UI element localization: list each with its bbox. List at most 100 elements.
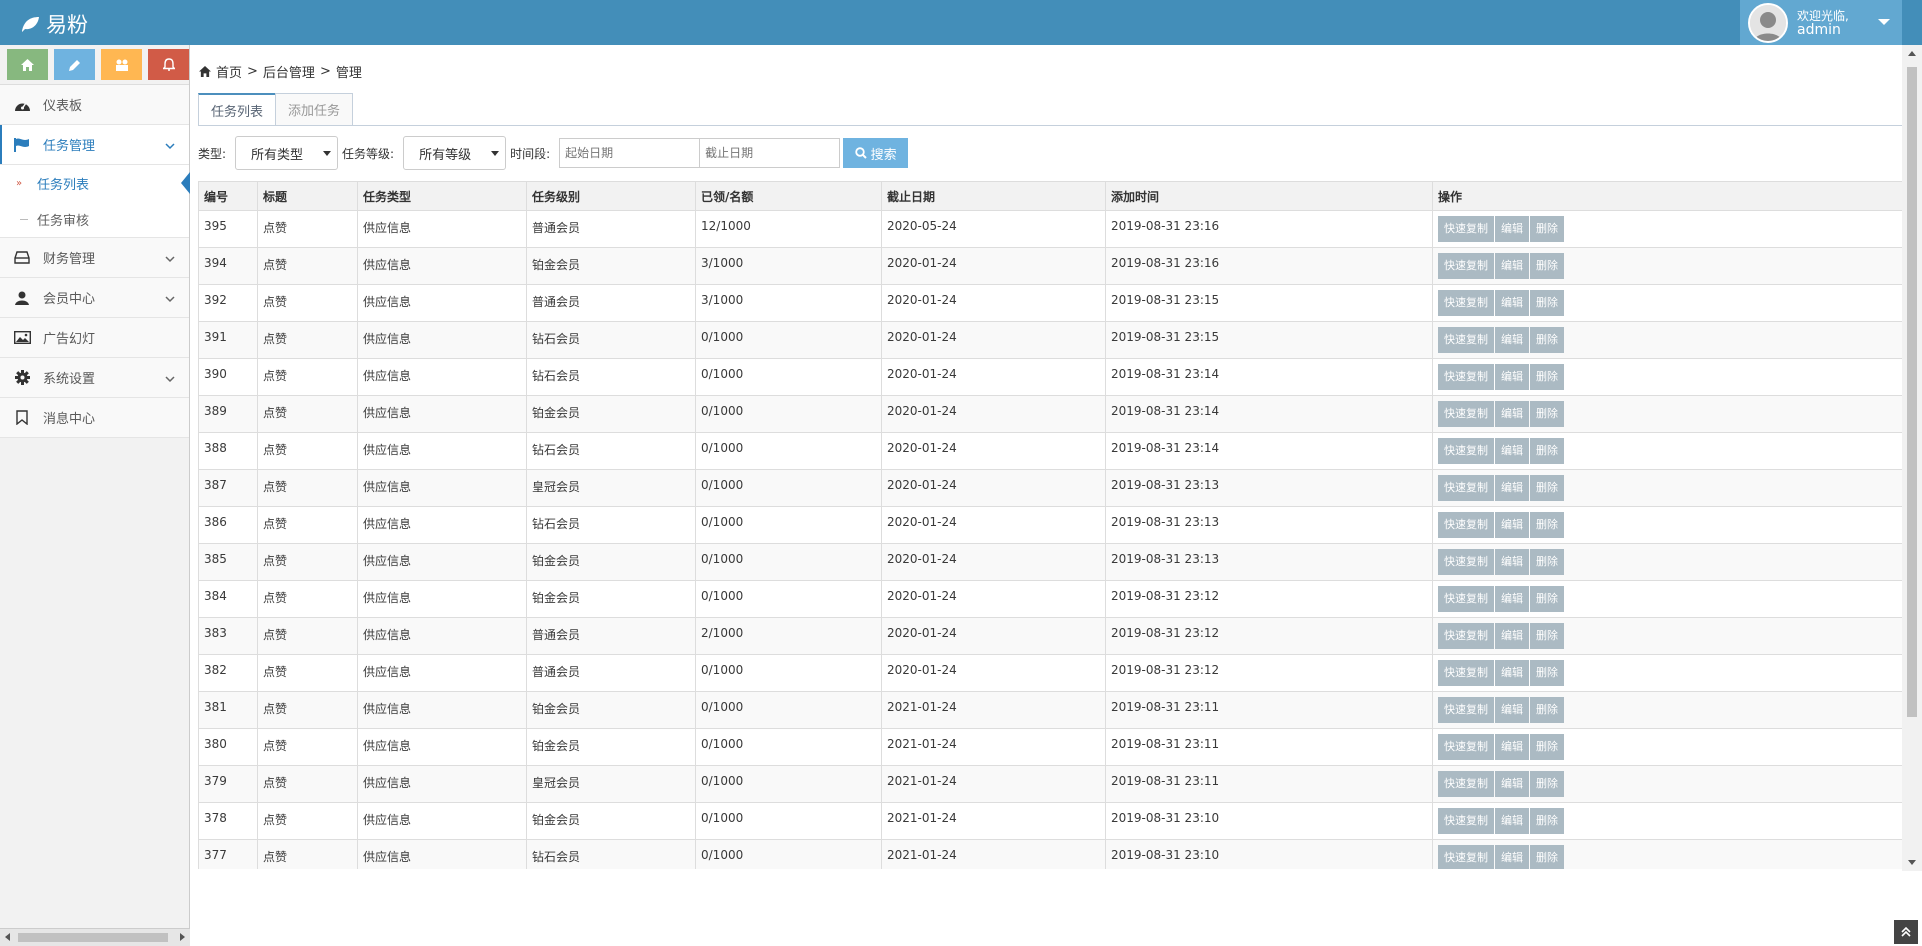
edit-button[interactable]: 编辑 xyxy=(1495,549,1529,575)
table-cell: 2020-01-24 xyxy=(881,358,1106,396)
edit-button[interactable]: 编辑 xyxy=(1495,623,1529,649)
quick-copy-button[interactable]: 快速复制 xyxy=(1438,549,1494,575)
shortcut-edit-button[interactable] xyxy=(54,49,95,80)
table-cell: 点赞 xyxy=(257,284,358,322)
delete-button[interactable]: 删除 xyxy=(1530,771,1564,797)
quick-copy-button[interactable]: 快速复制 xyxy=(1438,586,1494,612)
table-cell: 供应信息 xyxy=(357,395,527,433)
quick-copy-button[interactable]: 快速复制 xyxy=(1438,845,1494,869)
quick-copy-button[interactable]: 快速复制 xyxy=(1438,660,1494,686)
delete-button[interactable]: 删除 xyxy=(1530,734,1564,760)
shortcut-notify-button[interactable] xyxy=(148,49,189,80)
table-cell: 点赞 xyxy=(257,543,358,581)
breadcrumb-home[interactable]: 首页 xyxy=(216,62,242,81)
quick-copy-button[interactable]: 快速复制 xyxy=(1438,253,1494,279)
scrollbar-thumb[interactable] xyxy=(18,933,168,942)
delete-button[interactable]: 删除 xyxy=(1530,512,1564,538)
end-date-input[interactable] xyxy=(699,138,841,168)
delete-button[interactable]: 删除 xyxy=(1530,253,1564,279)
table-cell: 点赞 xyxy=(257,691,358,729)
edit-button[interactable]: 编辑 xyxy=(1495,734,1529,760)
delete-button[interactable]: 删除 xyxy=(1530,364,1564,390)
caret-down-icon xyxy=(323,151,332,156)
delete-button[interactable]: 删除 xyxy=(1530,697,1564,723)
edit-button[interactable]: 编辑 xyxy=(1495,327,1529,353)
back-to-top-button[interactable] xyxy=(1894,920,1918,944)
level-select[interactable]: 所有等级 xyxy=(403,136,507,170)
edit-button[interactable]: 编辑 xyxy=(1495,845,1529,869)
delete-button[interactable]: 删除 xyxy=(1530,475,1564,501)
quick-copy-button[interactable]: 快速复制 xyxy=(1438,290,1494,316)
type-select[interactable]: 所有类型 xyxy=(235,136,339,170)
edit-button[interactable]: 编辑 xyxy=(1495,475,1529,501)
delete-button[interactable]: 删除 xyxy=(1530,327,1564,353)
start-date-input[interactable] xyxy=(559,138,701,168)
shortcut-users-button[interactable] xyxy=(101,49,142,80)
delete-button[interactable]: 删除 xyxy=(1530,401,1564,427)
tab-add-task[interactable]: 添加任务 xyxy=(275,93,354,126)
quick-copy-button[interactable]: 快速复制 xyxy=(1438,512,1494,538)
top-navbar: 易粉 欢迎光临, admin xyxy=(0,0,1922,45)
table-cell: 2019-08-31 23:16 xyxy=(1105,210,1433,248)
edit-button[interactable]: 编辑 xyxy=(1495,401,1529,427)
quick-copy-button[interactable]: 快速复制 xyxy=(1438,808,1494,834)
quick-copy-button[interactable]: 快速复制 xyxy=(1438,697,1494,723)
delete-button[interactable]: 删除 xyxy=(1530,438,1564,464)
sidebar-item-ads[interactable]: 广告幻灯 xyxy=(0,318,189,358)
table-cell: 2019-08-31 23:16 xyxy=(1105,247,1433,285)
page-vertical-scrollbar[interactable] xyxy=(1902,45,1922,871)
column-header: 操作 xyxy=(1432,181,1904,211)
sidebar-item-settings[interactable]: 系统设置 xyxy=(0,358,189,398)
table-row: 383 点赞 供应信息 普通会员 2/1000 2020-01-24 2019-08-31 … xyxy=(198,617,1904,655)
delete-button[interactable]: 删除 xyxy=(1530,845,1564,869)
edit-button[interactable]: 编辑 xyxy=(1495,808,1529,834)
sidebar-item-finance[interactable]: 财务管理 xyxy=(0,238,189,278)
edit-button[interactable]: 编辑 xyxy=(1495,438,1529,464)
quick-copy-button[interactable]: 快速复制 xyxy=(1438,216,1494,242)
delete-button[interactable]: 删除 xyxy=(1530,216,1564,242)
quick-copy-button[interactable]: 快速复制 xyxy=(1438,438,1494,464)
sidebar-item-task-list[interactable]: » 任务列表 xyxy=(0,165,190,201)
quick-copy-button[interactable]: 快速复制 xyxy=(1438,771,1494,797)
sidebar-item-members[interactable]: 会员中心 xyxy=(0,278,189,318)
quick-copy-button[interactable]: 快速复制 xyxy=(1438,734,1494,760)
search-button[interactable]: 搜索 xyxy=(843,138,909,168)
sidebar-item-task-review[interactable]: 任务审核 xyxy=(0,201,189,237)
table-cell: 2020-01-24 xyxy=(881,432,1106,470)
quick-copy-button[interactable]: 快速复制 xyxy=(1438,401,1494,427)
edit-button[interactable]: 编辑 xyxy=(1495,216,1529,242)
shortcut-home-button[interactable] xyxy=(7,49,48,80)
edit-button[interactable]: 编辑 xyxy=(1495,512,1529,538)
edit-button[interactable]: 编辑 xyxy=(1495,586,1529,612)
delete-button[interactable]: 删除 xyxy=(1530,549,1564,575)
table-cell: 2021-01-24 xyxy=(881,839,1106,869)
quick-copy-button[interactable]: 快速复制 xyxy=(1438,364,1494,390)
delete-button[interactable]: 删除 xyxy=(1530,290,1564,316)
sidebar-horizontal-scrollbar[interactable] xyxy=(0,928,190,946)
delete-button[interactable]: 删除 xyxy=(1530,660,1564,686)
edit-button[interactable]: 编辑 xyxy=(1495,290,1529,316)
level-select-value: 所有等级 xyxy=(419,147,472,163)
quick-copy-button[interactable]: 快速复制 xyxy=(1438,623,1494,649)
sidebar-item-messages[interactable]: 消息中心 xyxy=(0,398,189,438)
scrollbar-thumb[interactable] xyxy=(1907,67,1917,717)
edit-button[interactable]: 编辑 xyxy=(1495,660,1529,686)
tab-task-list[interactable]: 任务列表 xyxy=(198,93,277,126)
edit-button[interactable]: 编辑 xyxy=(1495,697,1529,723)
column-header: 已领/名额 xyxy=(695,181,882,211)
delete-button[interactable]: 删除 xyxy=(1530,586,1564,612)
quick-copy-button[interactable]: 快速复制 xyxy=(1438,475,1494,501)
user-menu[interactable]: 欢迎光临, admin xyxy=(1740,0,1902,45)
sidebar-item-task-management[interactable]: 任务管理 xyxy=(0,125,189,165)
delete-button[interactable]: 删除 xyxy=(1530,623,1564,649)
sidebar-item-dashboard[interactable]: 仪表板 xyxy=(0,85,189,125)
edit-button[interactable]: 编辑 xyxy=(1495,771,1529,797)
edit-button[interactable]: 编辑 xyxy=(1495,253,1529,279)
edit-button[interactable]: 编辑 xyxy=(1495,364,1529,390)
table-row: 384 点赞 供应信息 铂金会员 0/1000 2020-01-24 2019-08-31 … xyxy=(198,580,1904,618)
quick-copy-button[interactable]: 快速复制 xyxy=(1438,327,1494,353)
delete-button[interactable]: 删除 xyxy=(1530,808,1564,834)
table-cell: 2019-08-31 23:14 xyxy=(1105,432,1433,470)
brand[interactable]: 易粉 xyxy=(20,9,88,39)
breadcrumb-admin[interactable]: 后台管理 xyxy=(263,62,315,81)
